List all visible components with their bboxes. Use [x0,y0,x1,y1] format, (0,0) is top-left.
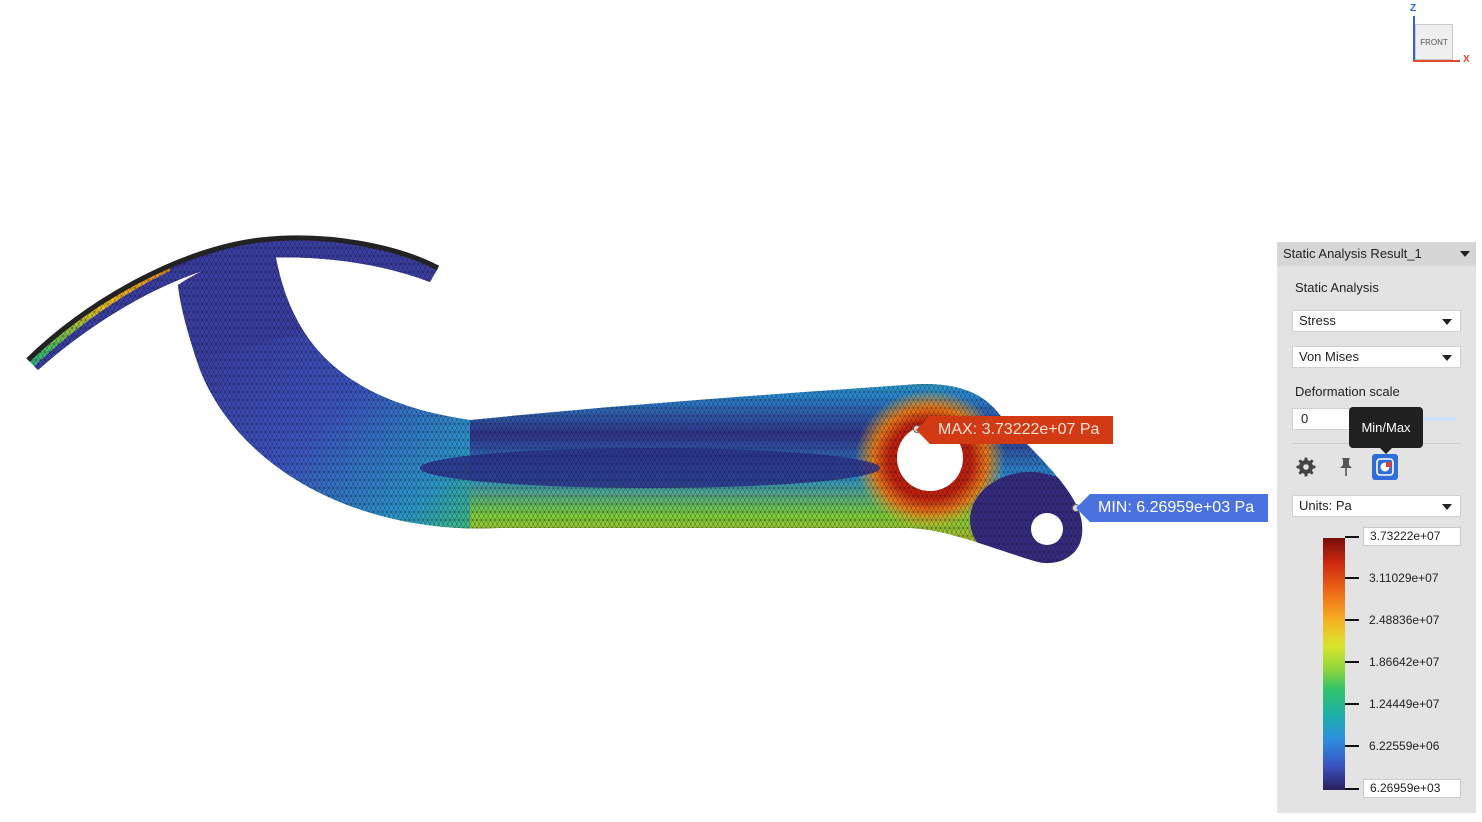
deformation-scale-label: Deformation scale [1295,384,1400,399]
legend-tick [1345,577,1359,579]
panel-title: Static Analysis Result_1 [1283,246,1422,261]
dropdown-arrow-icon[interactable] [1460,251,1470,257]
legend-max-value[interactable]: 3.73222e+07 [1363,527,1461,546]
minmax-tooltip: Min/Max [1349,407,1423,454]
z-axis-label: Z [1410,3,1417,14]
panel-header[interactable]: Static Analysis Result_1 [1277,242,1476,266]
color-legend-bar [1323,538,1345,790]
view-cube-front-face[interactable]: FRONT [1415,24,1453,60]
small-hole [1031,513,1063,545]
legend-tick-label: 2.48836e+07 [1369,613,1440,627]
view-cube[interactable]: Z X FRONT [1404,3,1480,70]
legend-min-value[interactable]: 6.26959e+03 [1363,779,1461,798]
legend-tick [1345,703,1359,705]
min-stress-annotation: MIN: 6.26959e+03 Pa [1075,494,1269,522]
legend-tick [1345,619,1359,621]
legend-tick-label: 3.11029e+07 [1369,571,1439,585]
gear-icon [1296,457,1316,477]
analysis-section-label: Static Analysis [1295,280,1379,295]
result-type-value: Stress [1299,313,1336,328]
chevron-down-icon [1442,504,1452,510]
legend-tick [1345,745,1359,747]
max-stress-annotation: MAX: 3.73222e+07 Pa [915,416,1114,444]
x-axis-line [1413,60,1460,62]
x-axis-label: X [1463,54,1470,65]
legend-tick-label: 6.22559e+06 [1369,739,1440,753]
result-type-select[interactable]: Stress [1292,310,1461,332]
chevron-down-icon [1442,319,1452,325]
pin-icon [1340,458,1352,476]
minmax-button[interactable] [1372,454,1398,480]
units-select[interactable]: Units: Pa [1292,495,1461,517]
legend-tick [1345,661,1359,663]
minmax-icon [1376,458,1394,476]
legend-tick [1345,536,1359,538]
pin-button[interactable] [1333,454,1359,480]
legend-tick-label: 1.86642e+07 [1369,655,1440,669]
analysis-result-panel: Static Analysis Result_1 Static Analysis… [1277,242,1476,813]
component-value: Von Mises [1299,349,1359,364]
deformation-scale-input[interactable]: 0 [1292,408,1352,430]
legend-tick-label: 1.24449e+07 [1369,697,1440,711]
chevron-down-icon [1442,355,1452,361]
legend-tick [1345,788,1359,790]
stress-mesh-model [26,235,1083,564]
settings-button[interactable] [1293,454,1319,480]
units-value: Units: Pa [1299,498,1352,513]
component-select[interactable]: Von Mises [1292,346,1461,368]
3d-viewport[interactable]: MAX: 3.73222e+07 Pa MIN: 6.26959e+03 Pa … [0,0,1482,822]
